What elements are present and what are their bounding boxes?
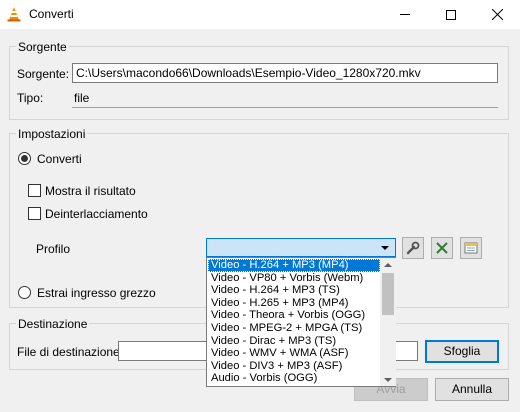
convert-radio[interactable] xyxy=(18,152,31,165)
show-output-checkbox[interactable] xyxy=(28,184,41,197)
dropdown-scrollbar[interactable] xyxy=(380,258,396,386)
type-underline xyxy=(72,107,498,108)
source-group xyxy=(9,46,509,120)
browse-button[interactable]: Sfoglia xyxy=(425,340,499,363)
wrench-icon xyxy=(406,241,420,255)
raw-input-radio[interactable] xyxy=(18,286,31,299)
title-bar: Converti xyxy=(0,0,520,29)
dropdown-option[interactable]: Audio - Vorbis (OGG) xyxy=(208,372,380,385)
source-path-field[interactable]: C:\Users\macondo66\Downloads\Esempio-Vid… xyxy=(72,63,498,83)
window-title: Converti xyxy=(29,7,74,21)
profile-label: Profilo xyxy=(36,242,71,256)
close-button[interactable] xyxy=(474,0,520,29)
profile-dropdown-list[interactable]: Video - H.264 + MP3 (MP4) Video - VP80 + … xyxy=(206,257,396,387)
settings-group-label: Impostazioni xyxy=(16,127,88,141)
scrollbar-thumb[interactable] xyxy=(382,273,394,315)
dropdown-option[interactable]: Video - DIV3 + MP3 (ASF) xyxy=(208,360,380,373)
convert-radio-label: Converti xyxy=(37,152,82,166)
dropdown-option[interactable]: Video - MPEG-2 + MPGA (TS) xyxy=(208,322,380,335)
profile-combobox[interactable] xyxy=(206,238,396,257)
dropdown-option[interactable]: Video - Dirac + MP3 (TS) xyxy=(208,335,380,348)
dropdown-option[interactable]: Video - VP80 + Vorbis (Webm) xyxy=(208,272,380,285)
source-group-label: Sorgente xyxy=(16,40,69,54)
destination-group-label: Destinazione xyxy=(16,317,90,331)
delete-x-icon xyxy=(436,242,448,254)
destination-file-label: File di destinazione: xyxy=(17,345,124,359)
edit-profile-button[interactable] xyxy=(402,237,424,259)
chevron-down-icon xyxy=(381,246,389,250)
dropdown-option[interactable]: Video - H.265 + MP3 (MP4) xyxy=(208,297,380,310)
new-profile-button[interactable] xyxy=(460,237,482,259)
dropdown-option[interactable]: Video - H.264 + MP3 (MP4) xyxy=(208,259,380,272)
dropdown-option[interactable]: Video - H.264 + MP3 (TS) xyxy=(208,284,380,297)
type-value: file xyxy=(74,91,90,105)
deinterlace-checkbox[interactable] xyxy=(28,207,41,220)
maximize-button[interactable] xyxy=(428,0,474,29)
scroll-up-icon xyxy=(384,262,392,267)
minimize-icon xyxy=(400,14,410,15)
cancel-button[interactable]: Annulla xyxy=(435,378,509,401)
delete-profile-button[interactable] xyxy=(431,237,453,259)
scroll-down-icon xyxy=(384,377,392,382)
show-output-label: Mostra il risultato xyxy=(45,184,136,198)
maximize-icon xyxy=(446,9,456,20)
scroll-down-button[interactable] xyxy=(380,373,396,386)
type-label: Tipo: xyxy=(17,91,44,105)
new-profile-icon xyxy=(464,242,478,254)
deinterlace-label: Deinterlacciamento xyxy=(45,207,148,221)
scroll-up-button[interactable] xyxy=(380,258,396,271)
dropdown-option[interactable]: Video - WMV + WMA (ASF) xyxy=(208,347,380,360)
vlc-cone-icon xyxy=(7,7,21,22)
source-label: Sorgente: xyxy=(17,67,70,81)
minimize-button[interactable] xyxy=(382,0,428,29)
dropdown-option[interactable]: Video - Theora + Vorbis (OGG) xyxy=(208,309,380,322)
raw-input-label: Estrai ingresso grezzo xyxy=(37,286,156,300)
close-icon xyxy=(491,9,503,20)
